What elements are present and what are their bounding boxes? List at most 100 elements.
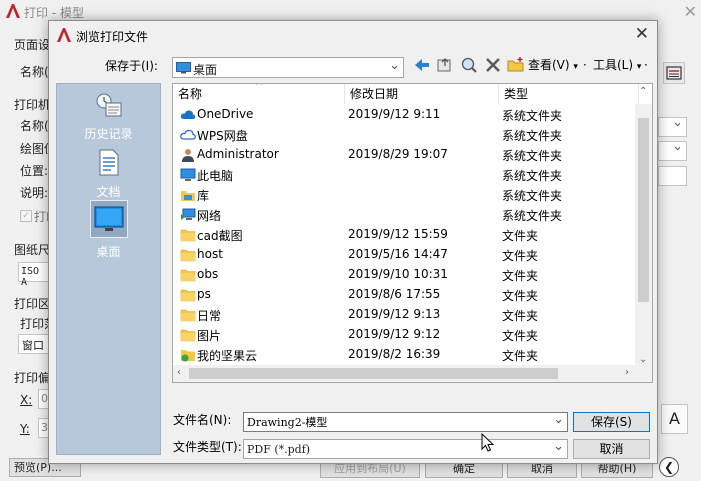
browse-print-file-dialog: 浏览打印文件 ✕ 保存于(I): 桌面 ⌄ 查看(V) ▾ · 工具(L) ▾ … xyxy=(48,20,658,464)
offset-x-label: X: xyxy=(20,393,33,407)
file-row[interactable]: 日常 2019/9/12 9:13 文件夹 xyxy=(173,305,635,325)
filetype-combo[interactable]: PDF (*.pdf) ⌄ xyxy=(243,439,568,459)
views-label: 查看(V) xyxy=(528,58,570,72)
file-name: host xyxy=(197,247,223,261)
separator: · xyxy=(644,58,648,72)
location-label: 位置: xyxy=(20,164,49,178)
plot-offset-label: 打印偏 xyxy=(14,371,51,385)
file-type: 系统文件夹 xyxy=(502,129,563,143)
orientation-portrait-icon: A xyxy=(661,404,688,434)
column-header-name[interactable]: 名称 ^ xyxy=(173,84,345,104)
save-in-label: 保存于(I): xyxy=(105,59,158,73)
search-web-icon[interactable] xyxy=(460,55,478,77)
printer-name-combo[interactable] xyxy=(658,115,687,137)
file-row[interactable]: 我的坚果云 2019/8/2 16:39 文件夹 xyxy=(173,345,635,365)
new-folder-icon[interactable] xyxy=(507,55,525,77)
properties-field[interactable] xyxy=(658,166,687,186)
computer-icon xyxy=(180,168,196,182)
autocad-logo-icon xyxy=(5,3,21,19)
delete-icon[interactable] xyxy=(484,55,502,77)
filename-input[interactable] xyxy=(244,413,544,431)
scroll-up-icon[interactable]: ⌃ xyxy=(639,86,647,97)
file-row[interactable]: 网络 系统文件夹 xyxy=(173,205,635,225)
horizontal-scroll-thumb[interactable] xyxy=(189,368,558,379)
file-name: cad截图 xyxy=(197,229,243,243)
place-desktop-label: 桌面 xyxy=(96,245,121,259)
scroll-down-icon[interactable]: ⌄ xyxy=(639,354,647,365)
paper-size-combo[interactable]: ISO A xyxy=(18,262,50,288)
places-bar: 历史记录 文档 桌面 xyxy=(56,83,161,455)
file-name: 此电脑 xyxy=(197,169,234,183)
file-name: obs xyxy=(197,267,219,281)
file-name: 我的坚果云 xyxy=(197,349,258,363)
column-header-type[interactable]: 类型 xyxy=(499,84,639,104)
file-row[interactable]: 库 系统文件夹 xyxy=(173,185,635,205)
dialog-close-icon[interactable]: ✕ xyxy=(635,24,649,44)
separator: · xyxy=(583,58,587,72)
file-name: WPS网盘 xyxy=(197,129,248,143)
file-row[interactable]: host 2019/5/16 14:47 文件夹 xyxy=(173,245,635,265)
file-row[interactable]: obs 2019/9/10 10:31 文件夹 xyxy=(173,265,635,285)
save-button[interactable]: 保存(S) xyxy=(573,412,650,432)
views-menu[interactable]: 查看(V) ▾ xyxy=(528,55,578,77)
file-type: 文件夹 xyxy=(502,269,539,283)
autocad-logo-icon xyxy=(56,27,72,43)
file-row[interactable]: OneDrive 2019/9/12 9:11 系统文件夹 xyxy=(173,105,635,125)
print-dialog-close-icon[interactable]: ✕ xyxy=(684,2,697,21)
chevron-down-icon[interactable]: ⌄ xyxy=(553,412,564,427)
scroll-left-icon[interactable]: ‹ xyxy=(177,367,181,378)
file-row[interactable]: cad截图 2019/9/12 15:59 文件夹 xyxy=(173,225,635,245)
save-in-combo[interactable]: 桌面 ⌄ xyxy=(172,57,404,78)
desktop-small-icon xyxy=(176,62,191,74)
folder-icon xyxy=(180,308,196,322)
up-folder-icon[interactable] xyxy=(436,55,454,77)
file-type: 文件夹 xyxy=(502,349,539,363)
place-history[interactable]: 历史记录 xyxy=(57,92,160,142)
tools-menu[interactable]: 工具(L) ▾ xyxy=(593,55,641,77)
plot-what-combo[interactable]: 窗口 xyxy=(18,334,50,354)
file-modified-date: 2019/8/6 17:55 xyxy=(348,287,441,301)
file-type: 系统文件夹 xyxy=(502,149,563,163)
file-row[interactable]: ps 2019/8/6 17:55 文件夹 xyxy=(173,285,635,305)
file-row[interactable]: 此电脑 系统文件夹 xyxy=(173,165,635,185)
horizontal-scrollbar[interactable]: ‹ › xyxy=(173,365,652,382)
place-documents[interactable]: 文档 xyxy=(57,148,160,200)
file-type: 文件夹 xyxy=(502,329,539,343)
file-modified-date: 2019/9/12 9:11 xyxy=(348,107,441,121)
file-type: 系统文件夹 xyxy=(502,209,563,223)
file-name: 日常 xyxy=(197,309,222,323)
file-modified-date: 2019/8/29 19:07 xyxy=(348,147,448,161)
folder-icon xyxy=(180,268,196,282)
cloud-outline-icon xyxy=(180,128,196,142)
column-header-modified[interactable]: 修改日期 xyxy=(345,84,499,104)
print-dialog-title: 打印 - 模型 xyxy=(24,6,84,20)
file-name: ps xyxy=(197,287,211,301)
folder-icon xyxy=(180,248,196,262)
filename-combo[interactable]: ⌄ xyxy=(243,412,568,432)
plot-style-combo[interactable] xyxy=(658,139,687,161)
file-row[interactable]: Administrator 2019/8/29 19:07 系统文件夹 xyxy=(173,145,635,165)
file-row[interactable]: 图片 2019/9/12 9:12 文件夹 xyxy=(173,325,635,345)
chevron-down-icon: ⌄ xyxy=(553,439,564,454)
place-desktop[interactable]: 桌面 xyxy=(57,200,160,260)
expand-options-icon[interactable]: ❮ xyxy=(659,457,679,477)
file-modified-date: 2019/9/12 9:12 xyxy=(348,327,441,341)
vertical-scroll-thumb[interactable] xyxy=(638,118,649,302)
page-setup-add-icon[interactable] xyxy=(663,62,685,84)
documents-icon xyxy=(97,148,121,178)
page-setup-name-label: 名称( xyxy=(20,65,49,79)
print-to-file-checkbox[interactable]: ✓ xyxy=(20,210,32,222)
cancel-button[interactable]: 取消 xyxy=(573,439,650,459)
file-row[interactable]: WPS网盘 系统文件夹 xyxy=(173,125,635,145)
library-icon xyxy=(180,188,196,202)
vertical-scrollbar[interactable]: ⌃ ⌄ xyxy=(635,86,652,367)
file-type: 文件夹 xyxy=(502,249,539,263)
file-name: 图片 xyxy=(197,329,222,343)
file-type: 文件夹 xyxy=(502,309,539,323)
save-in-value: 桌面 xyxy=(193,63,218,77)
scroll-right-icon[interactable]: › xyxy=(625,367,629,378)
filetype-value: PDF (*.pdf) xyxy=(247,443,311,456)
cloud-icon xyxy=(180,108,196,122)
back-icon[interactable] xyxy=(413,55,431,77)
file-type: 系统文件夹 xyxy=(502,189,563,203)
